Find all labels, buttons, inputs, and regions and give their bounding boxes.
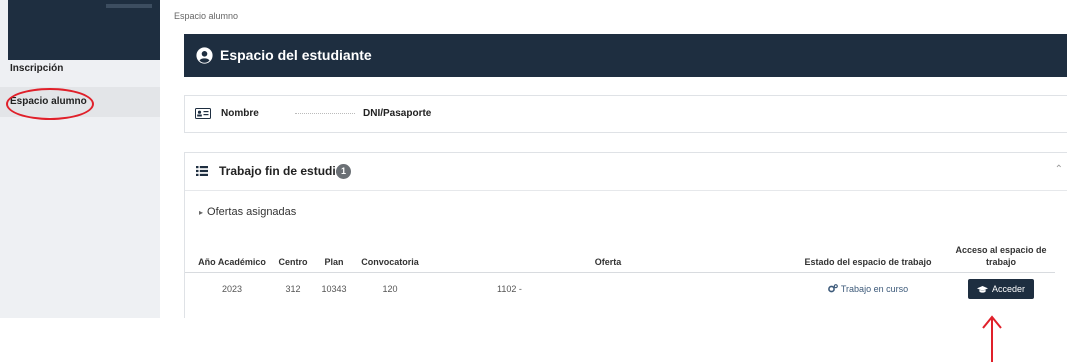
oferta-value: 1102 - [497, 284, 522, 294]
estado-text: Trabajo en curso [840, 284, 909, 294]
cell-estado: Trabajo en curso [789, 273, 947, 304]
col-anio: Año Académico [185, 244, 271, 273]
cell-anio: 2023 [221, 284, 243, 294]
ofertas-label: Ofertas asignadas [207, 206, 297, 218]
col-oferta: Oferta [427, 244, 789, 273]
tfe-card: Trabajo fin de estudios 1 ⌃ ▸ Ofertas asi… [184, 152, 1067, 318]
estado-value: Trabajo en curso [827, 284, 909, 294]
gears-icon [827, 284, 838, 293]
user-circle-icon [196, 47, 213, 64]
header-logo-mark [106, 4, 152, 8]
list-icon [196, 166, 208, 176]
annotation-circle [6, 88, 94, 120]
page-title: Espacio del estudiante [220, 47, 372, 63]
count-badge: 1 [336, 164, 351, 179]
caret-right-icon: ▸ [199, 208, 204, 217]
col-convocatoria: Convocatoria [353, 244, 427, 273]
ofertas-toggle[interactable]: ▸ Ofertas asignadas [199, 206, 296, 218]
col-plan: Plan [315, 244, 353, 273]
graduation-cap-icon [976, 286, 988, 293]
cell-plan: 10343 [321, 284, 347, 294]
table-row: 2023 312 10343 120 1102 - Trabajo en cur… [185, 273, 1055, 304]
col-estado: Estado del espacio de trabajo [789, 244, 947, 273]
tfe-title: Trabajo fin de estudios [219, 164, 350, 178]
acceder-label: Acceder [991, 284, 1026, 294]
breadcrumb[interactable]: Espacio alumno [174, 11, 238, 21]
col-acceso: Acceso al espacio de trabajo [947, 244, 1055, 273]
chevron-up-icon[interactable]: ⌃ [1055, 164, 1063, 175]
col-centro: Centro [271, 244, 315, 273]
sidebar-item-label: Inscripción [10, 63, 64, 74]
annotation-arrow-icon [982, 315, 1002, 362]
cell-acceso: Acceder [947, 273, 1055, 304]
cell-oferta: 1102 - [427, 273, 789, 304]
acceder-button[interactable]: Acceder [967, 279, 1035, 299]
cell-convocatoria: 120 [382, 284, 398, 294]
sidebar-item-inscripcion[interactable]: Inscripción [0, 54, 160, 84]
id-card-icon [195, 108, 211, 119]
page-header: Espacio del estudiante [184, 34, 1067, 77]
name-label: Nombre [221, 108, 259, 119]
sidebar-header [8, 0, 160, 60]
ofertas-table: Año Académico Centro Plan Convocatoria O… [185, 244, 1055, 303]
table-header-row: Año Académico Centro Plan Convocatoria O… [185, 244, 1055, 273]
cell-centro: 312 [285, 284, 301, 294]
sidebar: Inscripción Espacio alumno [0, 0, 160, 318]
name-value-redacted [295, 113, 355, 115]
tfe-card-header[interactable]: Trabajo fin de estudios 1 ⌃ [185, 153, 1067, 191]
student-info-card: Nombre DNI/Pasaporte [184, 95, 1067, 133]
id-label: DNI/Pasaporte [363, 108, 432, 119]
